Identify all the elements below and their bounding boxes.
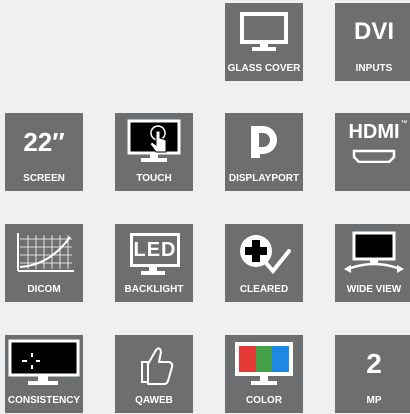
feature-label: INPUTS — [355, 63, 393, 74]
consistency-tile: CONSISTENCY — [5, 335, 83, 413]
touch-tile: TOUCH — [115, 113, 193, 191]
feature-label: QAWEB — [135, 395, 173, 406]
feature-label: CLEARED — [239, 284, 289, 295]
feature-label: CONSISTENCY — [7, 395, 81, 406]
dicom-curve-icon — [5, 224, 83, 282]
glass-cover-tile: GLASS COVER — [225, 3, 303, 81]
cleared-tile: CLEARED — [225, 224, 303, 302]
color-tile: COLOR — [225, 335, 303, 413]
medical-cross-check-icon — [225, 224, 303, 282]
displayport-icon — [225, 113, 303, 171]
feature-label: DISPLAYPORT — [228, 173, 300, 184]
dicom-tile: DICOM — [5, 224, 83, 302]
feature-label: GLASS COVER — [227, 63, 301, 74]
monitor-icon — [225, 3, 303, 61]
feature-label: WIDE VIEW — [346, 284, 402, 295]
hdmi-icon: HDMI ™ — [335, 113, 410, 171]
feature-label: COLOR — [245, 395, 283, 406]
mp-text: 2 — [366, 348, 382, 379]
qaweb-tile: QAWEB — [115, 335, 193, 413]
screen-size-tile: 22″ SCREEN — [5, 113, 83, 191]
backlight-tile: LED BACKLIGHT — [115, 224, 193, 302]
wide-view-monitor-icon — [335, 224, 410, 282]
hdmi-tile: HDMI ™ — [335, 113, 410, 191]
feature-label: TOUCH — [136, 173, 172, 184]
feature-label: DICOM — [27, 284, 61, 295]
wide-view-tile: WIDE VIEW — [335, 224, 410, 302]
touch-monitor-icon — [115, 113, 193, 171]
rgb-monitor-icon — [225, 335, 303, 393]
led-monitor-icon: LED — [115, 224, 193, 282]
dvi-tile: DVI INPUTS — [335, 3, 410, 81]
feature-label: SCREEN — [23, 173, 65, 184]
feature-label: BACKLIGHT — [124, 284, 184, 295]
megapixel-tile: 2 MP — [335, 335, 410, 413]
displayport-tile: DISPLAYPORT — [225, 113, 303, 191]
feature-label: MP — [366, 395, 382, 406]
dvi-text: DVI — [353, 18, 394, 45]
size-text: 22″ — [23, 127, 65, 157]
consistency-monitor-icon — [5, 335, 83, 393]
thumbs-up-icon — [115, 335, 193, 393]
